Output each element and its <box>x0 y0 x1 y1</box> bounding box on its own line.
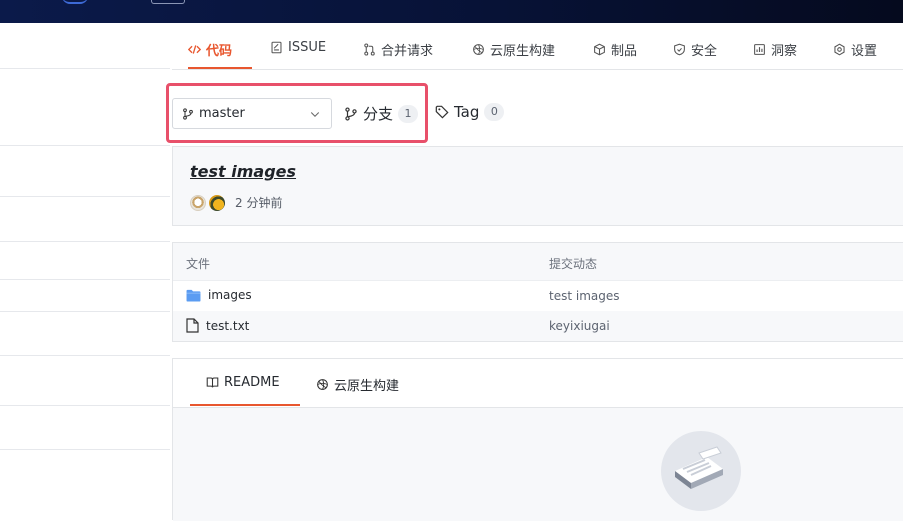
tab-readme-label: README <box>224 375 280 390</box>
tab-readme[interactable]: README <box>206 375 280 390</box>
sidebar-divider <box>0 279 170 280</box>
commit-time: 2 分钟前 <box>235 196 283 210</box>
tab-readme-cloud-build[interactable]: 云原生构建 <box>316 375 399 394</box>
left-sidebar <box>0 23 170 520</box>
readme-panel: README 云原生构建 <box>172 358 903 521</box>
avatar[interactable] <box>190 194 206 211</box>
empty-document-illustration <box>661 431 741 511</box>
repo-nav: 代码 ISSUE 合并请求 云原生构建 制品 安全 洞察 设置 <box>172 28 903 70</box>
commit-meta: 2 分钟前 <box>190 194 282 211</box>
chevron-down-icon <box>310 112 320 117</box>
sidebar-divider <box>0 145 170 146</box>
file-name-label: images <box>208 288 252 302</box>
column-header-file: 文件 <box>186 257 211 271</box>
issue-icon <box>271 41 282 54</box>
file-name-label: test.txt <box>206 318 250 333</box>
readme-body <box>173 408 903 521</box>
tags-link[interactable]: Tag 0 <box>435 103 505 121</box>
latest-commit-card: test images 2 分钟前 <box>172 146 903 226</box>
tab-code-label: 代码 <box>206 44 233 59</box>
tab-settings[interactable]: 设置 <box>833 40 877 59</box>
code-icon <box>188 45 201 54</box>
sidebar-divider <box>0 355 170 356</box>
sidebar-divider <box>0 68 170 69</box>
file-name[interactable]: images <box>186 288 252 302</box>
tab-issue[interactable]: ISSUE <box>270 40 326 55</box>
tab-security[interactable]: 安全 <box>673 40 717 59</box>
active-tab-indicator <box>188 67 252 69</box>
file-commit-message[interactable]: test images <box>549 289 620 303</box>
tag-icon <box>435 105 449 119</box>
sidebar-divider <box>0 241 170 242</box>
branches-link[interactable]: 分支 1 <box>344 103 419 124</box>
branch-select-value: master <box>199 106 245 121</box>
file-commit-message[interactable]: keyixiugai <box>549 319 610 333</box>
folder-icon <box>186 289 201 302</box>
table-row[interactable]: test.txt keyixiugai <box>173 311 903 341</box>
branches-label: 分支 <box>363 105 394 123</box>
tab-insight[interactable]: 洞察 <box>753 40 797 59</box>
column-header-commit: 提交动态 <box>549 257 598 271</box>
active-tab-indicator <box>190 404 300 406</box>
tab-cloud-build-label: 云原生构建 <box>334 379 400 394</box>
cloud-build-icon <box>473 44 484 55</box>
branch-select[interactable]: master <box>172 98 332 129</box>
tab-merge-label: 合并请求 <box>381 44 434 59</box>
sidebar-divider <box>0 311 170 312</box>
tab-security-label: 安全 <box>691 44 718 59</box>
tags-count-badge: 0 <box>484 103 505 121</box>
readme-tabs: README 云原生构建 <box>173 359 903 408</box>
tags-label: Tag <box>454 103 480 121</box>
book-icon <box>206 377 219 388</box>
avatar[interactable] <box>209 194 225 211</box>
table-row[interactable]: images test images <box>173 281 903 311</box>
sidebar-divider <box>0 196 170 197</box>
cloud-build-icon <box>317 379 328 390</box>
tab-cloud-build[interactable]: 云原生构建 <box>472 40 555 59</box>
tab-package-label: 制品 <box>611 44 638 59</box>
branches-count-badge: 1 <box>398 104 419 123</box>
tab-issue-label: ISSUE <box>288 40 327 55</box>
branch-icon <box>345 106 357 121</box>
tab-package[interactable]: 制品 <box>593 40 637 59</box>
sidebar-divider <box>0 405 170 406</box>
top-header <box>0 0 903 23</box>
insight-icon <box>754 44 765 55</box>
file-list: 文件 提交动态 images test images test.txt keyi… <box>172 242 903 342</box>
header-button-fragment[interactable] <box>151 0 185 4</box>
package-icon <box>594 43 605 56</box>
file-name[interactable]: test.txt <box>186 318 249 333</box>
merge-icon <box>364 43 375 56</box>
logo-fragment <box>62 0 88 4</box>
tab-settings-label: 设置 <box>851 44 878 59</box>
sidebar-divider <box>0 449 170 450</box>
gear-icon <box>834 43 845 56</box>
tab-merge-request[interactable]: 合并请求 <box>363 40 433 59</box>
file-list-header: 文件 提交动态 <box>173 243 903 281</box>
shield-icon <box>674 43 685 56</box>
tab-insight-label: 洞察 <box>771 44 798 59</box>
tab-code[interactable]: 代码 <box>188 40 232 59</box>
tab-cloud-build-label: 云原生构建 <box>490 44 556 59</box>
commit-title-link[interactable]: test images <box>190 162 296 181</box>
file-icon <box>186 318 199 333</box>
branch-icon <box>183 107 193 120</box>
